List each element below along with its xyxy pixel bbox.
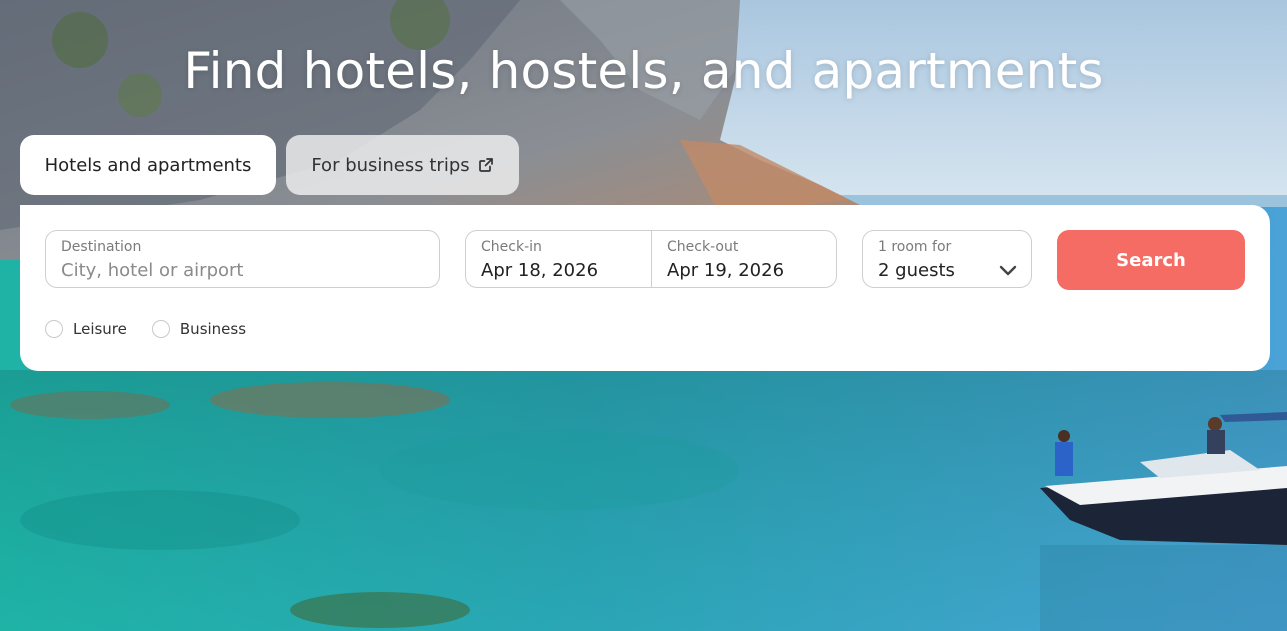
checkout-label: Check-out <box>667 239 739 255</box>
search-form: Destination Check-in Apr 18, 2026 Check-… <box>20 205 1270 371</box>
checkout-value: Apr 19, 2026 <box>667 260 785 281</box>
checkin-value: Apr 18, 2026 <box>481 260 599 281</box>
radio-leisure[interactable]: Leisure <box>45 320 127 338</box>
checkin-label: Check-in <box>481 239 542 255</box>
destination-label: Destination <box>61 239 142 255</box>
tab-label: For business trips <box>311 154 470 176</box>
chevron-down-icon <box>999 262 1017 281</box>
destination-field[interactable]: Destination <box>45 230 440 288</box>
page-title: Find hotels, hostels, and apartments <box>183 42 1104 100</box>
rooms-label: 1 room for <box>878 239 952 255</box>
destination-input[interactable] <box>61 260 421 281</box>
radio-circle[interactable] <box>151 320 170 338</box>
checkout-field[interactable]: Check-out Apr 19, 2026 <box>652 231 837 287</box>
checkin-field[interactable]: Check-in Apr 18, 2026 <box>466 231 651 287</box>
tab-label: Hotels and apartments <box>44 154 252 176</box>
tab-hotels-and-apartments[interactable]: Hotels and apartments <box>20 135 276 195</box>
date-range-field: Check-in Apr 18, 2026 Check-out Apr 19, … <box>465 230 837 288</box>
radio-label: Business <box>179 320 247 338</box>
radio-label: Leisure <box>73 320 127 338</box>
guests-selector[interactable]: 1 room for 2 guests <box>862 230 1032 288</box>
tab-business-trips[interactable]: For business trips <box>286 135 519 195</box>
search-button[interactable]: Search <box>1057 230 1245 290</box>
guests-value: 2 guests <box>878 260 955 281</box>
radio-business[interactable]: Business <box>151 320 247 338</box>
trip-type-group: Leisure Business <box>45 320 271 338</box>
external-link-icon <box>478 157 494 173</box>
radio-circle[interactable] <box>45 320 63 338</box>
